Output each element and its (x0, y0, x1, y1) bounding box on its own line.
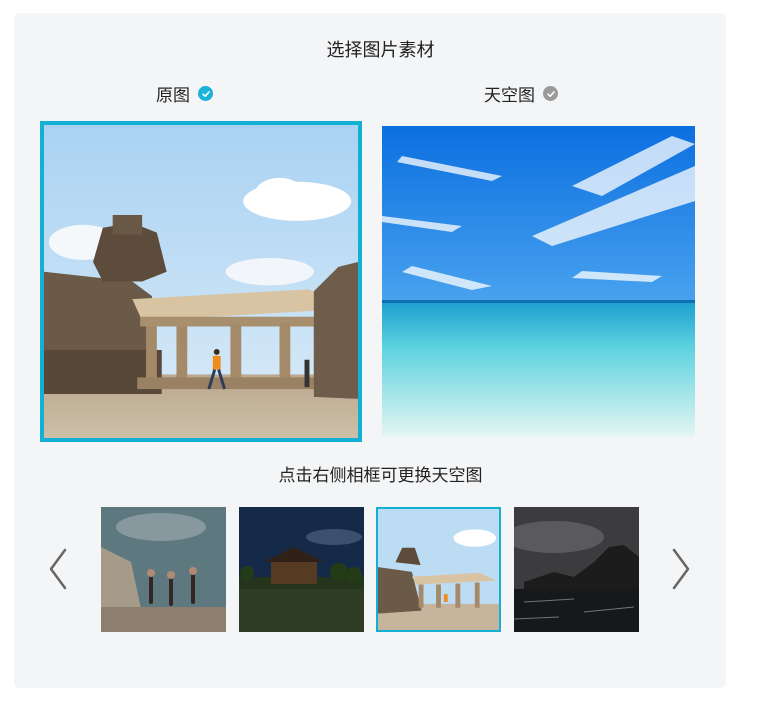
original-image[interactable] (40, 121, 362, 442)
carousel-thumbnail-friends-jumping[interactable] (101, 507, 226, 632)
carousel-thumbnail-sea-cliffs[interactable] (514, 507, 639, 632)
original-label[interactable]: 原图 (156, 81, 213, 106)
original-label-text: 原图 (156, 86, 190, 106)
sky-image[interactable] (382, 126, 695, 437)
carousel-thumbnail-temple-selected[interactable] (376, 507, 501, 632)
carousel-thumbnail-forbidden-city[interactable] (239, 507, 364, 632)
panel-title: 选择图片素材 (326, 40, 435, 61)
chevron-right-icon[interactable] (668, 546, 694, 592)
change-sky-hint: 点击右侧相框可更换天空图 (278, 466, 483, 486)
check-circle-icon (543, 86, 558, 101)
sky-label[interactable]: 天空图 (484, 81, 558, 106)
check-circle-icon (198, 86, 213, 101)
sky-label-text: 天空图 (484, 86, 535, 106)
chevron-left-icon[interactable] (45, 546, 71, 592)
